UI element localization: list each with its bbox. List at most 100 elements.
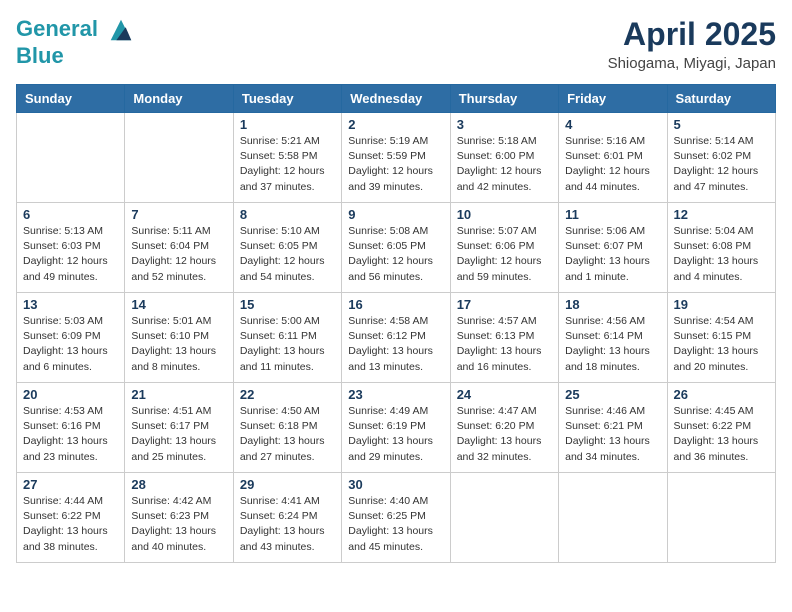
day-info: Sunrise: 4:56 AM Sunset: 6:14 PM Dayligh… bbox=[565, 314, 660, 375]
page-header: General Blue April 2025 Shiogama, Miyagi… bbox=[16, 16, 776, 72]
calendar-cell: 20Sunrise: 4:53 AM Sunset: 6:16 PM Dayli… bbox=[17, 383, 125, 473]
day-info: Sunrise: 5:06 AM Sunset: 6:07 PM Dayligh… bbox=[565, 224, 660, 285]
day-info: Sunrise: 5:11 AM Sunset: 6:04 PM Dayligh… bbox=[131, 224, 226, 285]
day-info: Sunrise: 5:13 AM Sunset: 6:03 PM Dayligh… bbox=[23, 224, 118, 285]
calendar-cell: 6 Sunrise: 5:13 AM Sunset: 6:03 PM Daylig… bbox=[17, 203, 125, 293]
logo-icon bbox=[107, 16, 135, 44]
calendar-cell: 9Sunrise: 5:08 AM Sunset: 6:05 PM Daylig… bbox=[342, 203, 450, 293]
calendar-cell: 16 Sunrise: 4:58 AM Sunset: 6:12 PM Dayli… bbox=[342, 293, 450, 383]
calendar-cell: 24 Sunrise: 4:47 AM Sunset: 6:20 PM Dayli… bbox=[450, 383, 558, 473]
day-number: 12 bbox=[674, 207, 769, 222]
calendar-cell: 4 Sunrise: 5:16 AM Sunset: 6:01 PM Daylig… bbox=[559, 113, 667, 203]
month-title: April 2025 bbox=[608, 16, 776, 53]
day-info: Sunrise: 5:19 AM Sunset: 5:59 PM Dayligh… bbox=[348, 134, 443, 195]
title-block: April 2025 Shiogama, Miyagi, Japan bbox=[608, 16, 776, 72]
day-number: 3 bbox=[457, 117, 552, 132]
calendar-cell bbox=[667, 473, 775, 563]
weekday-header-monday: Monday bbox=[125, 85, 233, 113]
calendar-cell: 8 Sunrise: 5:10 AM Sunset: 6:05 PM Daylig… bbox=[233, 203, 341, 293]
calendar-cell: 14 Sunrise: 5:01 AM Sunset: 6:10 PM Dayli… bbox=[125, 293, 233, 383]
calendar-cell: 17 Sunrise: 4:57 AM Sunset: 6:13 PM Dayli… bbox=[450, 293, 558, 383]
day-info: Sunrise: 4:50 AM Sunset: 6:18 PM Dayligh… bbox=[240, 404, 335, 465]
day-info: Sunrise: 5:18 AM Sunset: 6:00 PM Dayligh… bbox=[457, 134, 552, 195]
calendar-cell bbox=[125, 113, 233, 203]
day-number: 16 bbox=[348, 297, 443, 312]
day-number: 13 bbox=[23, 297, 118, 312]
day-info: Sunrise: 5:21 AM Sunset: 5:58 PM Dayligh… bbox=[240, 134, 335, 195]
day-info: Sunrise: 5:16 AM Sunset: 6:01 PM Dayligh… bbox=[565, 134, 660, 195]
day-info: Sunrise: 4:53 AM Sunset: 6:16 PM Dayligh… bbox=[23, 404, 118, 465]
day-number: 6 bbox=[23, 207, 118, 222]
logo: General Blue bbox=[16, 16, 135, 68]
weekday-header-wednesday: Wednesday bbox=[342, 85, 450, 113]
day-info: Sunrise: 4:42 AM Sunset: 6:23 PM Dayligh… bbox=[131, 494, 226, 555]
day-number: 14 bbox=[131, 297, 226, 312]
calendar-table: SundayMondayTuesdayWednesdayThursdayFrid… bbox=[16, 84, 776, 563]
calendar-cell: 19 Sunrise: 4:54 AM Sunset: 6:15 PM Dayli… bbox=[667, 293, 775, 383]
calendar-cell: 26Sunrise: 4:45 AM Sunset: 6:22 PM Dayli… bbox=[667, 383, 775, 473]
weekday-header-saturday: Saturday bbox=[667, 85, 775, 113]
day-info: Sunrise: 5:07 AM Sunset: 6:06 PM Dayligh… bbox=[457, 224, 552, 285]
day-number: 5 bbox=[674, 117, 769, 132]
day-number: 17 bbox=[457, 297, 552, 312]
week-row-1: 1Sunrise: 5:21 AM Sunset: 5:58 PM Daylig… bbox=[17, 113, 776, 203]
calendar-cell: 13 Sunrise: 5:03 AM Sunset: 6:09 PM Dayli… bbox=[17, 293, 125, 383]
week-row-3: 13 Sunrise: 5:03 AM Sunset: 6:09 PM Dayli… bbox=[17, 293, 776, 383]
day-number: 10 bbox=[457, 207, 552, 222]
calendar-cell: 1Sunrise: 5:21 AM Sunset: 5:58 PM Daylig… bbox=[233, 113, 341, 203]
weekday-header-friday: Friday bbox=[559, 85, 667, 113]
day-number: 22 bbox=[240, 387, 335, 402]
day-number: 27 bbox=[23, 477, 118, 492]
calendar-cell: 29 Sunrise: 4:41 AM Sunset: 6:24 PM Dayli… bbox=[233, 473, 341, 563]
calendar-cell: 11 Sunrise: 5:06 AM Sunset: 6:07 PM Dayli… bbox=[559, 203, 667, 293]
calendar-cell: 22 Sunrise: 4:50 AM Sunset: 6:18 PM Dayli… bbox=[233, 383, 341, 473]
calendar-cell: 3 Sunrise: 5:18 AM Sunset: 6:00 PM Daylig… bbox=[450, 113, 558, 203]
day-info: Sunrise: 5:14 AM Sunset: 6:02 PM Dayligh… bbox=[674, 134, 769, 195]
day-info: Sunrise: 4:41 AM Sunset: 6:24 PM Dayligh… bbox=[240, 494, 335, 555]
day-number: 15 bbox=[240, 297, 335, 312]
day-number: 19 bbox=[674, 297, 769, 312]
day-number: 30 bbox=[348, 477, 443, 492]
day-number: 26 bbox=[674, 387, 769, 402]
day-number: 24 bbox=[457, 387, 552, 402]
calendar-cell: 10 Sunrise: 5:07 AM Sunset: 6:06 PM Dayli… bbox=[450, 203, 558, 293]
weekday-header-tuesday: Tuesday bbox=[233, 85, 341, 113]
day-number: 29 bbox=[240, 477, 335, 492]
day-number: 18 bbox=[565, 297, 660, 312]
day-info: Sunrise: 5:00 AM Sunset: 6:11 PM Dayligh… bbox=[240, 314, 335, 375]
weekday-header-sunday: Sunday bbox=[17, 85, 125, 113]
calendar-cell: 23 Sunrise: 4:49 AM Sunset: 6:19 PM Dayli… bbox=[342, 383, 450, 473]
weekday-header-row: SundayMondayTuesdayWednesdayThursdayFrid… bbox=[17, 85, 776, 113]
day-info: Sunrise: 4:40 AM Sunset: 6:25 PM Dayligh… bbox=[348, 494, 443, 555]
calendar-cell: 2 Sunrise: 5:19 AM Sunset: 5:59 PM Daylig… bbox=[342, 113, 450, 203]
day-info: Sunrise: 4:44 AM Sunset: 6:22 PM Dayligh… bbox=[23, 494, 118, 555]
day-number: 8 bbox=[240, 207, 335, 222]
day-info: Sunrise: 4:58 AM Sunset: 6:12 PM Dayligh… bbox=[348, 314, 443, 375]
day-number: 25 bbox=[565, 387, 660, 402]
week-row-5: 27 Sunrise: 4:44 AM Sunset: 6:22 PM Dayli… bbox=[17, 473, 776, 563]
day-number: 11 bbox=[565, 207, 660, 222]
day-info: Sunrise: 5:10 AM Sunset: 6:05 PM Dayligh… bbox=[240, 224, 335, 285]
day-info: Sunrise: 4:57 AM Sunset: 6:13 PM Dayligh… bbox=[457, 314, 552, 375]
day-number: 4 bbox=[565, 117, 660, 132]
calendar-cell: 27 Sunrise: 4:44 AM Sunset: 6:22 PM Dayli… bbox=[17, 473, 125, 563]
logo-blue: Blue bbox=[16, 44, 135, 68]
day-info: Sunrise: 4:49 AM Sunset: 6:19 PM Dayligh… bbox=[348, 404, 443, 465]
day-info: Sunrise: 4:51 AM Sunset: 6:17 PM Dayligh… bbox=[131, 404, 226, 465]
week-row-4: 20Sunrise: 4:53 AM Sunset: 6:16 PM Dayli… bbox=[17, 383, 776, 473]
calendar-cell: 15 Sunrise: 5:00 AM Sunset: 6:11 PM Dayli… bbox=[233, 293, 341, 383]
calendar-cell: 7 Sunrise: 5:11 AM Sunset: 6:04 PM Daylig… bbox=[125, 203, 233, 293]
day-number: 23 bbox=[348, 387, 443, 402]
calendar-cell: 12 Sunrise: 5:04 AM Sunset: 6:08 PM Dayli… bbox=[667, 203, 775, 293]
day-info: Sunrise: 5:04 AM Sunset: 6:08 PM Dayligh… bbox=[674, 224, 769, 285]
calendar-cell: 25Sunrise: 4:46 AM Sunset: 6:21 PM Dayli… bbox=[559, 383, 667, 473]
day-info: Sunrise: 5:01 AM Sunset: 6:10 PM Dayligh… bbox=[131, 314, 226, 375]
calendar-cell bbox=[559, 473, 667, 563]
day-number: 7 bbox=[131, 207, 226, 222]
day-info: Sunrise: 4:47 AM Sunset: 6:20 PM Dayligh… bbox=[457, 404, 552, 465]
day-number: 2 bbox=[348, 117, 443, 132]
logo-text: General bbox=[16, 16, 135, 44]
day-info: Sunrise: 5:03 AM Sunset: 6:09 PM Dayligh… bbox=[23, 314, 118, 375]
calendar-cell bbox=[450, 473, 558, 563]
day-info: Sunrise: 4:54 AM Sunset: 6:15 PM Dayligh… bbox=[674, 314, 769, 375]
